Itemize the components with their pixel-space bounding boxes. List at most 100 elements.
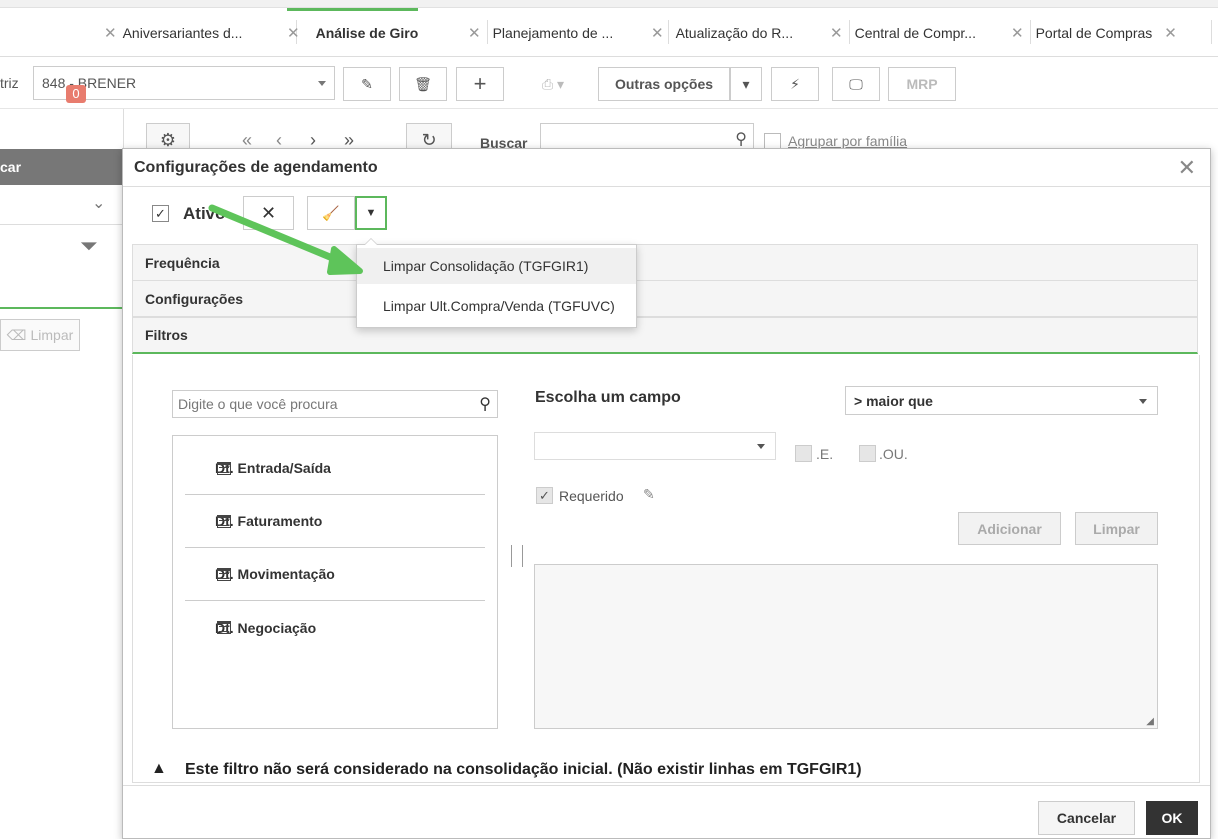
and-checkbox[interactable] — [795, 445, 812, 462]
menu-item-limpar-ult-compra-venda[interactable]: Limpar Ult.Compra/Venda (TGFUVC) — [357, 288, 636, 324]
chevron-down-icon[interactable]: ⌄ — [92, 193, 105, 213]
value-select[interactable] — [534, 432, 776, 460]
field-label: Dt. Movimentação — [215, 566, 335, 582]
tab-planejamento[interactable]: ✕ Planejamento de ... — [468, 8, 613, 57]
filter-icon[interactable]: ⏷ — [80, 233, 98, 259]
plus-icon: + — [473, 71, 487, 96]
field-search-placeholder: Digite o que você procura — [178, 396, 338, 412]
tab-label: Aniversariantes d... — [122, 24, 243, 41]
close-icon[interactable]: ✕ — [104, 24, 117, 42]
lightning-icon: ⚡ — [790, 75, 800, 92]
ok-label: OK — [1161, 810, 1183, 826]
tab-divider — [487, 20, 488, 44]
footer-divider — [123, 785, 1210, 786]
list-item[interactable]: Dt. Faturamento — [185, 495, 485, 548]
filter-expression-textarea[interactable]: ◢ — [534, 564, 1158, 729]
chevron-down-icon — [1139, 398, 1147, 404]
chevron-down-icon: ▼ — [365, 207, 377, 219]
clear-x-button[interactable]: ✕ — [243, 196, 294, 230]
active-checkbox[interactable]: ✓ — [152, 205, 169, 222]
close-icon[interactable]: ✕ — [1178, 155, 1196, 181]
tab-divider — [668, 20, 669, 44]
clear-filter-label: Limpar — [1093, 520, 1140, 537]
tab-atualizacao[interactable]: ✕ Atualização do R... — [651, 8, 793, 57]
chevron-down-icon: ▾ — [742, 75, 750, 92]
tab-label: Planejamento de ... — [492, 24, 614, 41]
close-icon[interactable]: ✕ — [287, 24, 300, 42]
calendar-icon — [217, 567, 231, 581]
splitter-handle[interactable] — [511, 545, 523, 567]
section-filtros[interactable]: Filtros — [132, 317, 1198, 354]
operator-select-value: > maior que — [854, 392, 933, 409]
edit-icon[interactable]: ✎ — [643, 486, 655, 503]
monitor-icon: 🖵 — [849, 75, 863, 92]
mrp-button[interactable]: MRP — [888, 67, 956, 101]
ok-button[interactable]: OK — [1146, 801, 1198, 835]
left-sidebar: car 0 ⌄ ⏷ ⌫ Limpar — [0, 85, 124, 839]
clean-options-menu: Limpar Consolidação (TGFGIR1) Limpar Ult… — [356, 238, 637, 328]
tab-divider — [849, 20, 850, 44]
monitor-button[interactable]: 🖵 — [832, 67, 880, 101]
tab-divider — [1211, 20, 1212, 44]
broom-icon: 🧹 — [322, 204, 340, 221]
filial-label: triz — [0, 75, 19, 91]
mrp-label: MRP — [906, 76, 938, 92]
menu-item-limpar-consolidacao[interactable]: Limpar Consolidação (TGFGIR1) — [357, 248, 636, 284]
add-button[interactable]: + — [456, 67, 504, 101]
section-label: Frequência — [145, 254, 220, 271]
tab-aniversariantes[interactable]: ✕ Aniversariantes d... — [104, 8, 242, 57]
sidebar-filter-row — [0, 225, 124, 309]
required-label: Requerido — [559, 488, 624, 504]
count-badge: 0 — [66, 85, 86, 103]
field-list: Dt. Entrada/Saída Dt. Faturamento Dt. Mo… — [172, 435, 498, 729]
warning-text: Este filtro não será considerado na cons… — [185, 761, 862, 778]
more-options-button[interactable]: Outras opções — [598, 67, 730, 101]
tab-analise-de-giro[interactable]: ✕ Análise de Giro — [287, 8, 419, 57]
flash-button[interactable]: ⚡ — [771, 67, 819, 101]
tab-label: Portal de Compras — [1035, 24, 1153, 41]
operator-select[interactable]: > maior que — [845, 386, 1158, 415]
list-item[interactable]: Dt. Movimentação — [185, 548, 485, 601]
menu-item-label: Limpar Ult.Compra/Venda (TGFUVC) — [383, 298, 615, 314]
clear-filter-button[interactable]: Limpar — [1075, 512, 1158, 545]
section-configuracoes[interactable]: Configurações — [132, 280, 1198, 317]
close-icon[interactable]: ✕ — [468, 24, 481, 42]
tab-strip: ✕ Aniversariantes d... ✕ Análise de Giro… — [0, 0, 1218, 57]
add-filter-button[interactable]: Adicionar — [958, 512, 1061, 545]
tab-strip-top — [0, 0, 1218, 8]
delete-button[interactable]: 🗑 — [399, 67, 447, 101]
print-button[interactable]: ⎙ ▾ — [513, 67, 593, 101]
add-filter-label: Adicionar — [977, 520, 1042, 537]
list-item[interactable]: Dt. Entrada/Saída — [185, 442, 485, 495]
close-icon[interactable]: ✕ — [1164, 24, 1177, 42]
section-frequencia[interactable]: Frequência — [132, 244, 1198, 281]
clean-button[interactable]: 🧹 — [307, 196, 355, 230]
choose-field-label: Escolha um campo — [535, 389, 681, 406]
calendar-icon — [217, 514, 231, 528]
cancel-button[interactable]: Cancelar — [1038, 801, 1135, 835]
dialog-title: Configurações de agendamento — [123, 149, 1210, 187]
sidebar-clear-button[interactable]: ⌫ Limpar — [0, 319, 80, 351]
tab-central-de-compras[interactable]: ✕ Central de Compr... — [830, 8, 976, 57]
resize-handle-icon[interactable]: ◢ — [1146, 716, 1154, 727]
required-checkbox[interactable]: ✓ — [536, 487, 553, 504]
tab-portal-de-compras[interactable]: ✕ Portal de Compras ✕ — [1011, 8, 1183, 57]
edit-button[interactable]: ✎ — [343, 67, 391, 101]
active-label: Ativo — [183, 204, 226, 223]
cancel-label: Cancelar — [1056, 810, 1117, 826]
tab-divider — [1030, 20, 1031, 44]
field-label: Dt. Entrada/Saída — [215, 460, 331, 476]
close-icon[interactable]: ✕ — [830, 24, 843, 42]
list-item[interactable]: Dt. Negociação — [185, 601, 485, 654]
section-label: Filtros — [145, 327, 188, 343]
clean-options-dropdown-button[interactable]: ▼ — [355, 196, 387, 230]
group-label: Agrupar por família — [788, 133, 908, 149]
and-label: .E. — [816, 446, 834, 462]
close-icon[interactable]: ✕ — [1011, 24, 1024, 42]
field-search-input[interactable]: Digite o que você procura ⚲ — [172, 390, 498, 418]
close-icon[interactable]: ✕ — [651, 24, 664, 42]
search-icon[interactable]: ⚲ — [479, 394, 491, 414]
search-icon[interactable]: ⚲ — [735, 129, 747, 149]
more-options-caret[interactable]: ▾ — [730, 67, 762, 101]
or-checkbox[interactable] — [859, 445, 876, 462]
